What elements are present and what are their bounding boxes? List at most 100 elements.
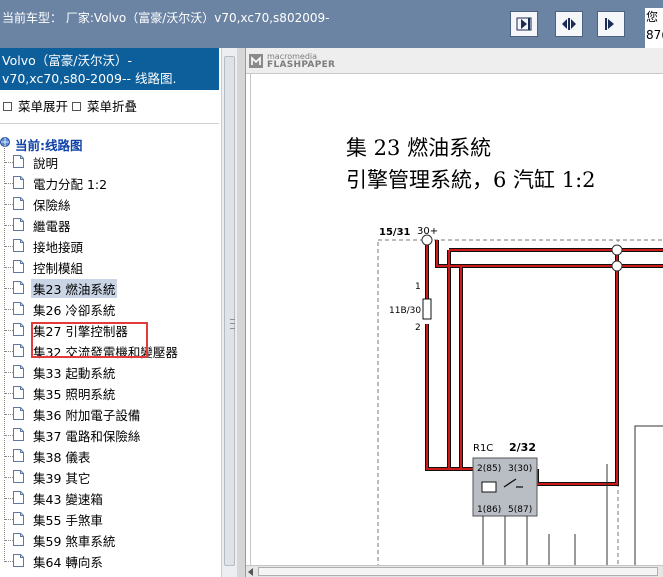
tree-connector-line	[4, 312, 5, 331]
tree-item[interactable]: 集23 燃油系統	[0, 270, 219, 299]
tree-item[interactable]: 說明	[0, 144, 219, 173]
label-relay-name: R1C	[473, 443, 493, 454]
tree-item[interactable]: 集38 儀表	[0, 438, 219, 467]
tree-item[interactable]: 集59 煞車系統	[0, 522, 219, 551]
tree-item-label: 集64 轉向系	[33, 555, 103, 570]
document-icon	[13, 512, 24, 525]
document-icon	[13, 323, 24, 336]
tree-item[interactable]: 集37 電路和保險絲	[0, 417, 219, 446]
pane-splitter[interactable]	[237, 48, 245, 577]
tree-connector-line	[5, 561, 13, 562]
tree-connector-line	[4, 207, 5, 226]
document-page: 集 23 燃油系統 引擎管理系統，6 汽缸 1:2 30+ 15/31 1 11…	[250, 74, 663, 565]
tree-item-label: 集33 起動系統	[33, 366, 116, 381]
label-relay-pin-86: 1(86)	[477, 505, 501, 515]
tree-connector-line	[5, 351, 13, 352]
tree-item[interactable]: 集43 變速箱	[0, 480, 219, 509]
tree-connector-line	[4, 333, 5, 352]
label-relay-pin-30: 3(30)	[508, 464, 532, 474]
viewer-horizontal-scrollbar[interactable]	[246, 565, 663, 577]
tree-item[interactable]: 集26 冷卻系統	[0, 291, 219, 320]
tree-item[interactable]: 集36 附加電子設備	[0, 396, 219, 425]
label-pin-2: 2	[415, 323, 421, 333]
tree-connector-line	[5, 540, 13, 541]
double-arrow-icon	[562, 18, 576, 30]
tree-connector-line	[4, 522, 5, 541]
greeting-text: 您 87(	[645, 8, 663, 48]
document-icon	[13, 218, 24, 231]
tree-connector-line	[5, 435, 13, 436]
tree-connector-line	[5, 519, 13, 520]
tree-item-label: 集37 電路和保險絲	[33, 429, 141, 444]
tree-connector-line	[5, 204, 13, 205]
previous-page-button[interactable]	[510, 11, 538, 37]
tree-item-label: 接地接頭	[33, 240, 84, 255]
tree-connector-line	[5, 477, 13, 478]
flashpaper-toolbar: macromedia FLASHPAPER	[246, 48, 663, 74]
tree-connector-line	[5, 183, 13, 184]
document-icon	[13, 281, 24, 294]
grip-icon	[230, 319, 235, 329]
scroll-left-icon[interactable]	[248, 568, 253, 576]
menu-expand-label: 菜单展开	[18, 99, 69, 114]
menu-collapse-link[interactable]: 菜单折叠	[72, 96, 137, 115]
junction-dot	[611, 244, 623, 256]
tree-connector-line	[4, 291, 5, 310]
sidebar-scrollbar-thumb[interactable]	[224, 56, 235, 566]
connector-stubs	[482, 516, 576, 565]
fit-page-button[interactable]	[555, 11, 583, 37]
tree-item-label: 控制模組	[33, 261, 84, 276]
sidebar-scrollbar[interactable]	[221, 48, 237, 577]
tree-item-label: 說明	[33, 156, 59, 171]
sidebar: Volvo（富豪/沃尔沃）- v70,xc70,s80-2009-- 线路图. …	[0, 48, 221, 577]
junction-dot	[611, 260, 623, 272]
collapse-square-icon	[72, 102, 81, 111]
tree-item[interactable]: 集39 其它	[0, 459, 219, 488]
highlight-annotation-box	[31, 322, 148, 358]
tree-connector-line	[5, 456, 13, 457]
viewer-scrollbar-thumb[interactable]	[258, 567, 658, 576]
document-icon	[13, 554, 24, 567]
tree-item[interactable]: 接地接頭	[0, 228, 219, 257]
sidebar-title-line-2: v70,xc70,s80-2009-- 线路图.	[2, 71, 177, 86]
document-icon	[13, 386, 24, 399]
tree-connector-line	[4, 165, 5, 184]
document-icon	[13, 428, 24, 441]
menu-expand-link[interactable]: 菜单展开	[3, 96, 68, 115]
label-supply: 30+	[417, 226, 438, 237]
next-page-button[interactable]	[597, 11, 625, 37]
tree-connector-line	[5, 267, 13, 268]
tree-item[interactable]: 電力分配 1:2	[0, 165, 219, 194]
document-icon	[13, 470, 24, 483]
tree-item[interactable]: 集55 手煞車	[0, 501, 219, 530]
tree-connector-line	[5, 393, 13, 394]
greeting-line-1: 您	[646, 10, 659, 24]
tree-connector-line	[4, 543, 5, 562]
document-icon	[13, 491, 24, 504]
tree-item-label: 集36 附加電子設備	[33, 408, 141, 423]
tree-item[interactable]: 保險絲	[0, 186, 219, 215]
document-icon	[13, 176, 24, 189]
label-pin-1: 1	[415, 282, 421, 292]
tree-connector-line	[5, 246, 13, 247]
tree-item[interactable]: 繼電器	[0, 207, 219, 236]
tree-item[interactable]: 集33 起動系統	[0, 354, 219, 383]
tree-item-label: 集43 變速箱	[33, 492, 103, 507]
tree-connector-line	[4, 270, 5, 289]
wiring-diagram: 30+ 15/31 1 11B/30 2 R1C 2/32 2(85) 3(30…	[377, 226, 663, 565]
tree-connector-line	[4, 186, 5, 205]
tree-item-label: 集39 其它	[33, 471, 91, 486]
tree-item-label: 集59 煞車系統	[33, 534, 116, 549]
tree-connector-line	[5, 372, 13, 373]
tree-item[interactable]: 集35 照明系統	[0, 375, 219, 404]
tree-connector-line	[5, 162, 13, 163]
document-icon	[13, 260, 24, 273]
globe-folder-icon	[0, 137, 10, 147]
component-box	[634, 425, 663, 565]
sidebar-title-line-1: Volvo（富豪/沃尔沃）-	[2, 53, 132, 68]
tree-item[interactable]: 集64 轉向系	[0, 543, 219, 572]
arrow-right-bar-icon	[605, 18, 614, 30]
document-viewer: macromedia FLASHPAPER 集 23 燃油系統 引擎管理系統，6…	[245, 48, 663, 577]
tree-item-label: 保險絲	[33, 198, 71, 213]
tree-item[interactable]: 控制模組	[0, 249, 219, 278]
